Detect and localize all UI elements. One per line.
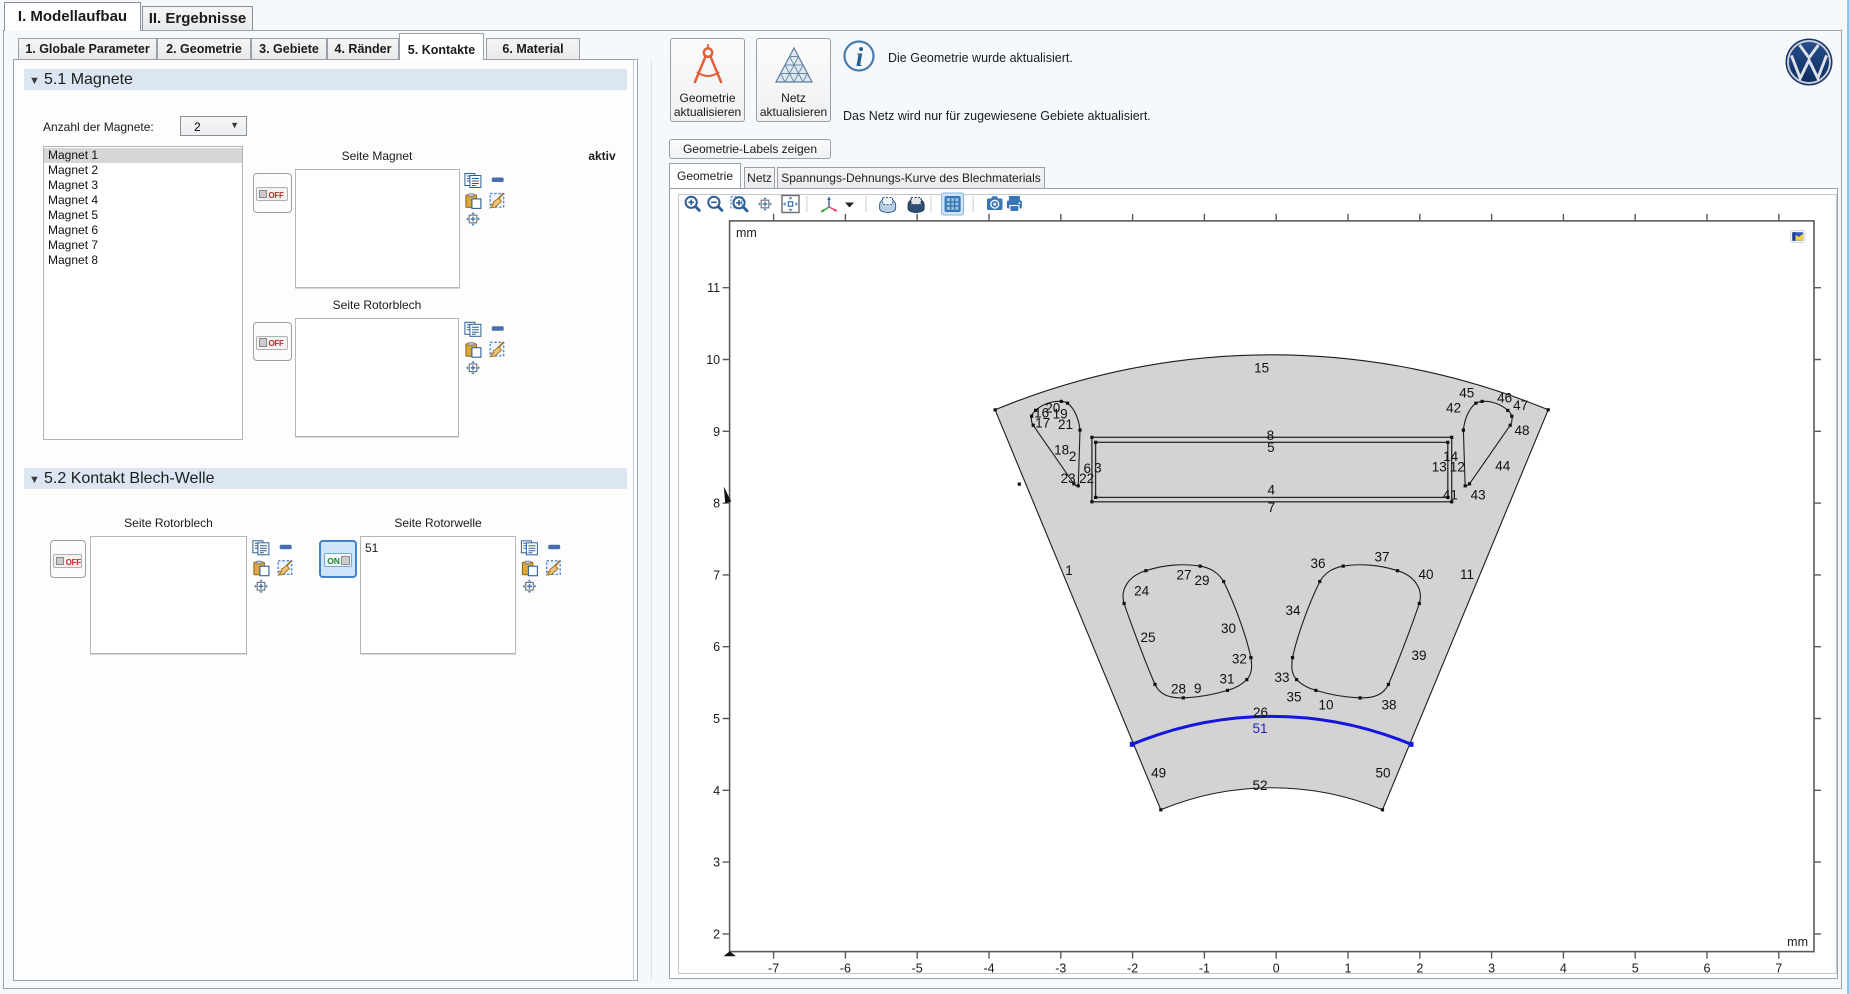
svg-text:36: 36: [1310, 556, 1325, 571]
svg-text:2: 2: [713, 927, 720, 941]
svg-text:18: 18: [1054, 443, 1069, 458]
svg-text:33: 33: [1274, 670, 1289, 685]
svg-text:7: 7: [713, 568, 720, 582]
svg-text:13: 13: [1432, 460, 1447, 475]
svg-text:42: 42: [1446, 400, 1461, 415]
svg-text:5: 5: [1267, 440, 1275, 455]
svg-text:27: 27: [1176, 568, 1191, 583]
svg-text:45: 45: [1459, 386, 1474, 401]
svg-text:mm: mm: [1787, 935, 1808, 949]
svg-text:28: 28: [1171, 682, 1186, 697]
svg-text:35: 35: [1286, 689, 1301, 704]
svg-text:49: 49: [1151, 766, 1166, 781]
svg-text:40: 40: [1418, 567, 1433, 582]
svg-text:3: 3: [1094, 460, 1102, 475]
svg-text:3: 3: [1488, 962, 1495, 974]
svg-text:34: 34: [1285, 603, 1301, 618]
svg-text:11: 11: [1460, 567, 1474, 582]
svg-text:4: 4: [1560, 962, 1567, 974]
svg-text:29: 29: [1194, 573, 1209, 588]
svg-text:8: 8: [713, 497, 720, 511]
svg-text:23: 23: [1061, 471, 1076, 486]
svg-text:i: i: [856, 42, 864, 72]
svg-text:6: 6: [713, 640, 720, 654]
svg-text:-6: -6: [840, 962, 851, 974]
svg-text:7: 7: [1268, 500, 1276, 515]
svg-text:-1: -1: [1199, 962, 1210, 974]
svg-text:51: 51: [1252, 721, 1267, 736]
svg-text:43: 43: [1471, 488, 1486, 503]
svg-text:4: 4: [1267, 483, 1275, 498]
svg-text:24: 24: [1134, 584, 1150, 599]
svg-text:6: 6: [1704, 962, 1711, 974]
svg-text:32: 32: [1232, 651, 1247, 666]
svg-text:5: 5: [713, 712, 720, 726]
svg-text:21: 21: [1058, 417, 1073, 432]
svg-text:-7: -7: [768, 962, 779, 974]
svg-text:31: 31: [1219, 672, 1234, 687]
svg-text:52: 52: [1252, 778, 1267, 793]
svg-text:-4: -4: [983, 962, 994, 974]
svg-text:17: 17: [1035, 415, 1050, 430]
svg-text:3: 3: [713, 856, 720, 870]
svg-text:2: 2: [1069, 449, 1077, 464]
svg-text:9: 9: [713, 425, 720, 439]
svg-text:39: 39: [1411, 648, 1426, 663]
svg-text:41: 41: [1443, 488, 1458, 503]
svg-text:30: 30: [1221, 621, 1236, 636]
svg-text:15: 15: [1254, 361, 1269, 376]
svg-text:0: 0: [1273, 962, 1280, 974]
svg-text:44: 44: [1495, 458, 1511, 473]
svg-text:2: 2: [1416, 962, 1423, 974]
svg-text:10: 10: [706, 353, 720, 367]
svg-text:-5: -5: [912, 962, 923, 974]
svg-text:10: 10: [1318, 697, 1333, 712]
svg-text:7: 7: [1775, 962, 1782, 974]
svg-text:1: 1: [1345, 962, 1352, 974]
svg-text:37: 37: [1374, 549, 1389, 564]
svg-text:5: 5: [1632, 962, 1639, 974]
svg-text:4: 4: [713, 784, 720, 798]
svg-text:1: 1: [1065, 563, 1073, 578]
svg-text:48: 48: [1514, 423, 1529, 438]
svg-text:25: 25: [1140, 630, 1155, 645]
svg-text:22: 22: [1079, 471, 1094, 486]
svg-text:47: 47: [1513, 398, 1528, 413]
svg-text:50: 50: [1375, 766, 1390, 781]
svg-text:12: 12: [1450, 460, 1465, 475]
svg-text:11: 11: [707, 281, 720, 295]
svg-text:9: 9: [1194, 681, 1202, 696]
svg-text:mm: mm: [736, 226, 757, 240]
svg-text:-3: -3: [1055, 962, 1066, 974]
svg-text:26: 26: [1253, 705, 1268, 720]
svg-text:38: 38: [1381, 697, 1396, 712]
svg-text:-2: -2: [1127, 962, 1138, 974]
svg-text:46: 46: [1497, 391, 1512, 406]
